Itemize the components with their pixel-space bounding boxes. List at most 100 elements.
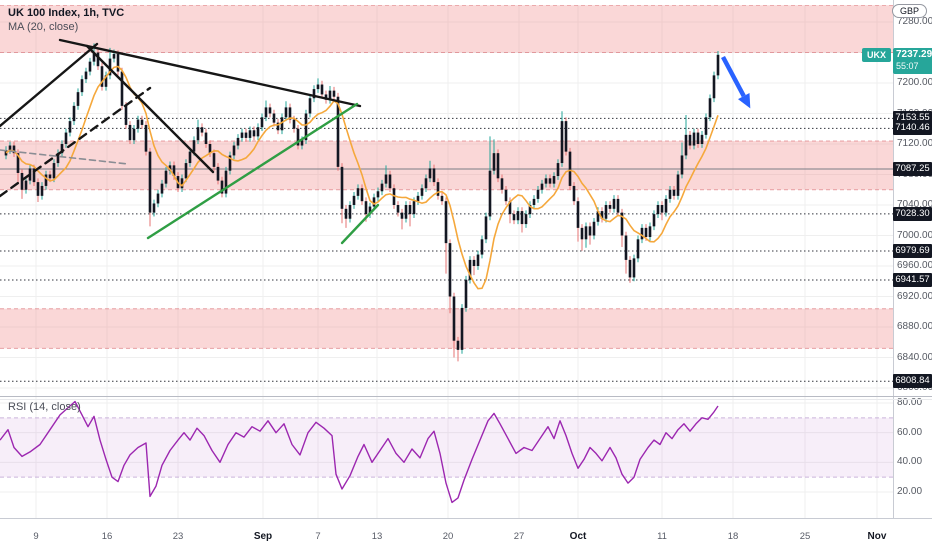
price-axis-label: 7120.00 [897, 138, 932, 149]
candle-body [656, 205, 660, 215]
currency-pill[interactable]: GBP [891, 4, 927, 18]
time-axis-label[interactable]: Oct [570, 531, 587, 542]
candle-body [572, 185, 576, 202]
supply-demand-zone[interactable] [0, 140, 893, 190]
candle-body [344, 208, 348, 219]
time-axis-label[interactable]: 20 [443, 531, 454, 542]
candle-body [8, 145, 12, 151]
candle-body [628, 259, 632, 278]
candle-body [704, 117, 708, 135]
candle-body [200, 127, 204, 133]
symbol-badge[interactable]: UKX [862, 48, 891, 62]
candle-body [716, 54, 720, 76]
candle-body [268, 107, 272, 114]
chart-root: UK 100 Index, 1h, TVC MA (20, close) RSI… [0, 0, 932, 550]
candle-body [372, 197, 376, 207]
candle-body [380, 183, 384, 192]
candle-body [204, 132, 208, 144]
candle-body [116, 54, 120, 72]
time-axis-label[interactable]: 16 [102, 531, 113, 542]
candle-body [624, 235, 628, 260]
candle-body [612, 198, 616, 209]
candle-body [556, 163, 560, 177]
candle-body [396, 205, 400, 213]
price-axis-label: 6960.00 [897, 260, 932, 271]
price-level-tag[interactable]: 6979.69 [893, 244, 932, 258]
time-axis-label[interactable]: 7 [315, 531, 320, 542]
candle-body [436, 182, 440, 196]
candle-body [36, 182, 40, 196]
time-axis-label[interactable]: Nov [868, 531, 887, 542]
candle-body [256, 127, 260, 137]
candle-body [496, 153, 500, 179]
legend: UK 100 Index, 1h, TVC MA (20, close) [8, 6, 124, 34]
candle-body [424, 178, 428, 189]
candle-body [680, 155, 684, 175]
candle-body [188, 151, 192, 164]
time-axis-label[interactable]: 27 [514, 531, 525, 542]
candle-body [212, 153, 216, 167]
candle-body [708, 98, 712, 118]
candle-body [84, 71, 88, 80]
candle-body [184, 163, 188, 179]
candle-body [260, 117, 264, 128]
candle-body [132, 128, 136, 141]
candle-body [292, 119, 296, 129]
price-level-tag[interactable]: 6808.84 [893, 374, 932, 388]
candle-body [664, 198, 668, 213]
price-level-tag[interactable]: 6941.57 [893, 273, 932, 287]
ma-indicator-label[interactable]: MA (20, close) [8, 20, 124, 34]
price-level-tag[interactable]: 7028.30 [893, 207, 932, 221]
candle-body [576, 201, 580, 228]
green-trendline[interactable] [340, 203, 380, 245]
candle-body [644, 227, 648, 238]
time-axis-label[interactable]: 18 [728, 531, 739, 542]
candle-body [520, 211, 524, 225]
candle-body [480, 239, 484, 255]
candle-body [52, 163, 56, 179]
candle-body [668, 189, 672, 199]
pane-separator[interactable] [0, 396, 932, 397]
candle-body [632, 258, 636, 278]
price-level-tag[interactable]: 7087.25 [893, 162, 932, 176]
time-axis-label[interactable]: 11 [657, 531, 667, 542]
candle-body [120, 71, 124, 106]
rsi-indicator-label[interactable]: RSI (14, close) [8, 401, 81, 413]
candle-body [672, 189, 676, 196]
candle-body [712, 75, 716, 99]
last-price-value: 7237.29 [896, 49, 932, 60]
time-axis-label[interactable]: 23 [173, 531, 184, 542]
symbol-title[interactable]: UK 100 Index, 1h, TVC [8, 6, 124, 20]
candle-body [24, 180, 28, 190]
price-axis-label: 7200.00 [897, 77, 932, 88]
price-chart-canvas[interactable] [0, 0, 932, 550]
candle-body [232, 145, 236, 156]
candle-body [264, 107, 268, 118]
candle-body [72, 105, 76, 122]
candle-body [412, 201, 416, 215]
rsi-axis-label: 60.00 [897, 427, 923, 438]
candle-body [516, 211, 520, 221]
candle-body [568, 151, 572, 186]
supply-demand-zone[interactable] [0, 5, 893, 53]
candle-body [552, 176, 556, 184]
time-axis-label[interactable]: 25 [800, 531, 811, 542]
candle-body [544, 178, 548, 184]
candle-body [144, 124, 148, 152]
candle-body [484, 216, 488, 240]
candle-body [340, 166, 344, 209]
time-axis-label[interactable]: Sep [254, 531, 272, 542]
candle-body [272, 113, 276, 123]
candle-body [440, 195, 444, 202]
candle-body [308, 98, 312, 114]
price-level-tag[interactable]: 7140.46 [893, 121, 932, 135]
candle-body [428, 168, 432, 179]
candle-body [156, 193, 160, 204]
rsi-axis-label: 40.00 [897, 456, 923, 467]
candle-body [492, 153, 496, 171]
time-axis-label[interactable]: 9 [33, 531, 38, 542]
time-axis-label[interactable]: 13 [372, 531, 383, 542]
candle-body [452, 296, 456, 341]
supply-demand-zone[interactable] [0, 308, 893, 349]
candle-body [140, 119, 144, 125]
